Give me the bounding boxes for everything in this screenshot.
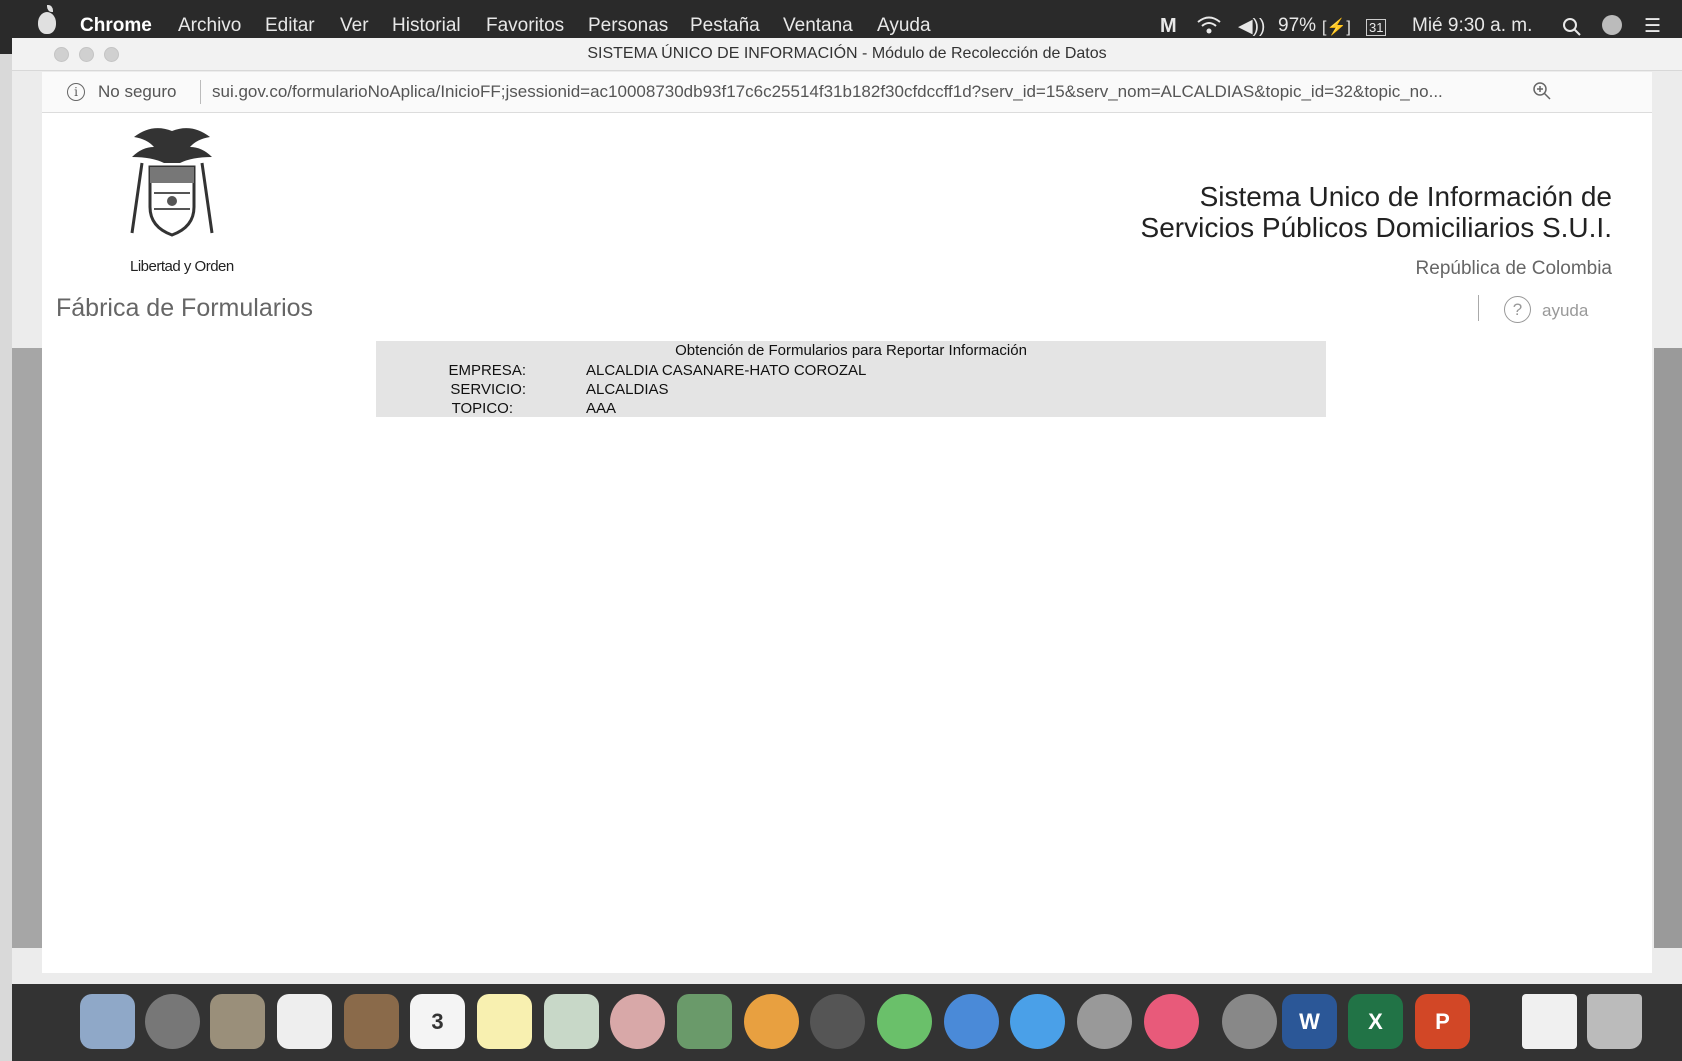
chrome-icon[interactable] xyxy=(1077,994,1132,1049)
empresa-label: EMPRESA: xyxy=(448,362,526,379)
apple-menu-icon[interactable] xyxy=(38,5,56,34)
form-panel-title: Obtención de Formularios para Reportar I… xyxy=(675,342,1027,359)
messages-icon[interactable] xyxy=(877,994,932,1049)
excel-letter: X xyxy=(1368,1009,1383,1034)
header-divider xyxy=(1478,295,1479,321)
republica-de-colombia: República de Colombia xyxy=(1415,258,1612,279)
app-store-icon[interactable] xyxy=(944,994,999,1049)
url-text[interactable]: sui.gov.co/formularioNoAplica/InicioFF;j… xyxy=(212,82,1532,102)
fabrica-de-formularios-heading: Fábrica de Formularios xyxy=(56,294,314,322)
info-icon[interactable]: i xyxy=(67,83,85,101)
trash-icon[interactable] xyxy=(1587,994,1642,1049)
calendar-icon[interactable]: 3 xyxy=(410,994,465,1049)
browser-window: SISTEMA ÚNICO DE INFORMACIÓN - Módulo de… xyxy=(12,38,1682,988)
itunes-icon[interactable] xyxy=(1144,994,1199,1049)
wifi-icon[interactable] xyxy=(1196,15,1222,35)
sui-title-line2: Servicios Públicos Domiciliarios S.U.I. xyxy=(1140,212,1612,243)
menu-ayuda[interactable]: Ayuda xyxy=(877,15,931,37)
finder-icon[interactable] xyxy=(80,994,135,1049)
ibooks-icon[interactable] xyxy=(744,994,799,1049)
web-page: Libertad y Orden Fábrica de Formularios … xyxy=(42,113,1652,973)
calendar-menu-icon[interactable]: 31 xyxy=(1366,19,1387,36)
menu-archivo[interactable]: Archivo xyxy=(178,15,241,37)
servicio-label: SERVICIO: xyxy=(450,381,526,398)
powerpoint-letter: P xyxy=(1435,1009,1450,1034)
sui-title-line1: Sistema Unico de Información de xyxy=(1199,181,1612,212)
photos-icon[interactable] xyxy=(610,994,665,1049)
menu-favoritos[interactable]: Favoritos xyxy=(486,15,564,37)
sui-title: Sistema Unico de Información de Servicio… xyxy=(1141,181,1612,243)
form-info-panel: Obtención de Formularios para Reportar I… xyxy=(376,341,1326,417)
battery-percent: 97% xyxy=(1278,15,1317,36)
word-letter: W xyxy=(1299,1009,1320,1034)
launchpad-icon[interactable] xyxy=(145,994,200,1049)
menu-ver[interactable]: Ver xyxy=(340,15,369,37)
colombia-coat-of-arms-logo xyxy=(130,128,214,237)
servicio-value: ALCALDIAS xyxy=(586,381,669,398)
menu-editar[interactable]: Editar xyxy=(265,15,315,37)
safari-icon[interactable] xyxy=(1010,994,1065,1049)
maps-icon[interactable] xyxy=(544,994,599,1049)
seal-caption: Libertad y Orden xyxy=(130,258,234,275)
help-link[interactable]: ayuda xyxy=(1542,301,1588,321)
right-edge-shade xyxy=(1654,348,1682,948)
facetime-icon[interactable] xyxy=(677,994,732,1049)
gmail-icon[interactable]: M xyxy=(1160,15,1177,38)
notification-center-icon[interactable]: ☰ xyxy=(1644,15,1661,38)
reminders-icon[interactable] xyxy=(277,994,332,1049)
window-title: SISTEMA ÚNICO DE INFORMACIÓN - Módulo de… xyxy=(587,45,1107,62)
help-icon[interactable]: ? xyxy=(1504,296,1531,323)
menu-historial[interactable]: Historial xyxy=(392,15,461,37)
stickies-icon[interactable] xyxy=(477,994,532,1049)
menu-app-name[interactable]: Chrome xyxy=(80,15,152,37)
system-preferences-icon[interactable] xyxy=(1222,994,1277,1049)
calendar-day: 3 xyxy=(431,1009,444,1034)
excel-icon[interactable]: X xyxy=(1348,994,1403,1049)
document-icon[interactable] xyxy=(1522,994,1577,1049)
menu-personas[interactable]: Personas xyxy=(588,15,668,37)
empresa-value: ALCALDIA CASANARE-HATO COROZAL xyxy=(586,362,867,379)
powerpoint-icon[interactable]: P xyxy=(1415,994,1470,1049)
security-indicator[interactable]: No seguro xyxy=(98,82,176,102)
siri-icon[interactable] xyxy=(1602,15,1622,35)
menu-ventana[interactable]: Ventana xyxy=(783,15,853,37)
contacts-icon[interactable] xyxy=(210,994,265,1049)
notes-book-icon[interactable] xyxy=(344,994,399,1049)
topico-label: TOPICO: xyxy=(451,400,513,417)
word-icon[interactable]: W xyxy=(1282,994,1337,1049)
address-bar[interactable]: i No seguro sui.gov.co/formularioNoAplic… xyxy=(42,72,1652,113)
empresa-row: EMPRESA: ALCALDIA CASANARE-HATO COROZAL xyxy=(376,362,1326,382)
menu-pestana[interactable]: Pestaña xyxy=(690,15,760,37)
spotlight-search-icon[interactable] xyxy=(1562,17,1582,37)
servicio-row: SERVICIO: ALCALDIAS xyxy=(376,381,1326,401)
battery-icon[interactable]: [⚡] xyxy=(1322,17,1351,37)
zoom-icon[interactable] xyxy=(1532,81,1552,101)
volume-icon[interactable]: ◀)) xyxy=(1238,15,1265,38)
window-titlebar: SISTEMA ÚNICO DE INFORMACIÓN - Módulo de… xyxy=(12,38,1682,71)
macos-dock: 3 W X P xyxy=(12,984,1682,1061)
topico-row: TOPICO: AAA xyxy=(376,400,1326,420)
menubar-clock[interactable]: Mié 9:30 a. m. xyxy=(1412,15,1532,37)
quicktime-icon[interactable] xyxy=(810,994,865,1049)
left-edge-shade xyxy=(12,348,42,948)
topico-value: AAA xyxy=(586,400,617,417)
address-separator xyxy=(200,80,201,104)
